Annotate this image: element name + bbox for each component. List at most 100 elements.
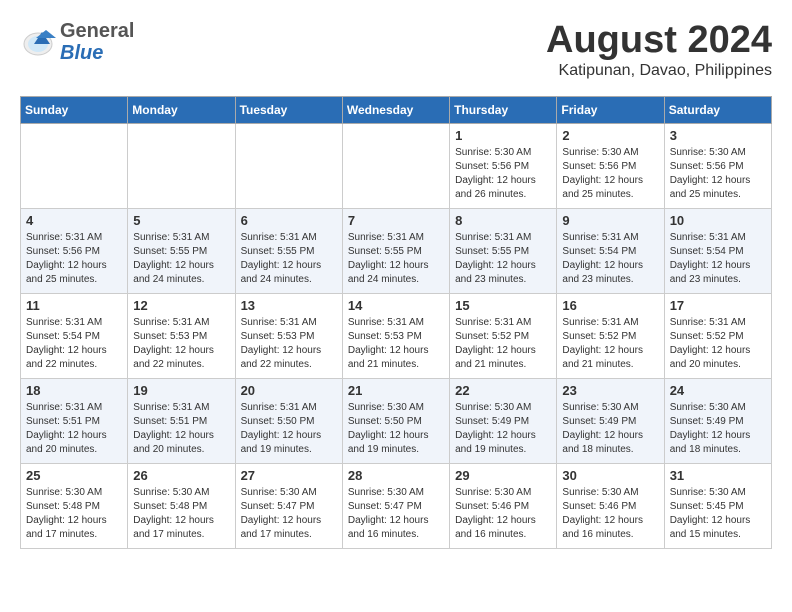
- day-info: Sunrise: 5:31 AM Sunset: 5:55 PM Dayligh…: [133, 231, 229, 287]
- logo-blue: Blue: [60, 42, 103, 64]
- calendar-cell: 1Sunrise: 5:30 AM Sunset: 5:56 PM Daylig…: [450, 123, 557, 208]
- day-info: Sunrise: 5:31 AM Sunset: 5:53 PM Dayligh…: [133, 316, 229, 372]
- day-info: Sunrise: 5:30 AM Sunset: 5:49 PM Dayligh…: [670, 401, 766, 457]
- day-number: 14: [348, 298, 444, 313]
- day-info: Sunrise: 5:31 AM Sunset: 5:52 PM Dayligh…: [562, 316, 658, 372]
- day-number: 27: [241, 468, 337, 483]
- day-number: 29: [455, 468, 551, 483]
- day-number: 3: [670, 128, 766, 143]
- day-info: Sunrise: 5:31 AM Sunset: 5:51 PM Dayligh…: [26, 401, 122, 457]
- day-number: 18: [26, 383, 122, 398]
- calendar-cell: 25 Sunrise: 5:30 AM Sunset: 5:48 PM Dayli…: [21, 463, 128, 548]
- day-info: Sunrise: 5:30 AM Sunset: 5:48 PM Dayligh…: [133, 486, 229, 542]
- calendar-cell: 14Sunrise: 5:31 AM Sunset: 5:53 PM Dayli…: [342, 293, 449, 378]
- weekday-header-sunday: Sunday: [21, 96, 128, 123]
- calendar-cell: 16Sunrise: 5:31 AM Sunset: 5:52 PM Dayli…: [557, 293, 664, 378]
- day-number: 10: [670, 213, 766, 228]
- day-number: 19: [133, 383, 229, 398]
- logo-icon: [20, 24, 56, 60]
- day-number: 4: [26, 213, 122, 228]
- calendar-cell: [235, 123, 342, 208]
- calendar-cell: 28Sunrise: 5:30 AM Sunset: 5:47 PM Dayli…: [342, 463, 449, 548]
- day-info: Sunrise: 5:30 AM Sunset: 5:47 PM Dayligh…: [241, 486, 337, 542]
- calendar-cell: 15 Sunrise: 5:31 AM Sunset: 5:52 PM Dayli…: [450, 293, 557, 378]
- calendar-cell: 19 Sunrise: 5:31 AM Sunset: 5:51 PM Dayli…: [128, 378, 235, 463]
- day-info: Sunrise: 5:31 AM Sunset: 5:56 PM Dayligh…: [26, 231, 122, 287]
- calendar-cell: [128, 123, 235, 208]
- day-number: 1: [455, 128, 551, 143]
- calendar-cell: 12 Sunrise: 5:31 AM Sunset: 5:53 PM Dayli…: [128, 293, 235, 378]
- title-block: August 2024 Katipunan, Davao, Philippine…: [546, 20, 772, 80]
- calendar-week-3: 11 Sunrise: 5:31 AM Sunset: 5:54 PM Dayli…: [21, 293, 772, 378]
- day-number: 28: [348, 468, 444, 483]
- weekday-header-row: SundayMondayTuesdayWednesdayThursdayFrid…: [21, 96, 772, 123]
- calendar-cell: 30Sunrise: 5:30 AM Sunset: 5:46 PM Dayli…: [557, 463, 664, 548]
- calendar-cell: 20Sunrise: 5:31 AM Sunset: 5:50 PM Dayli…: [235, 378, 342, 463]
- logo-general: General: [60, 20, 134, 42]
- calendar-cell: [21, 123, 128, 208]
- day-number: 24: [670, 383, 766, 398]
- day-info: Sunrise: 5:31 AM Sunset: 5:55 PM Dayligh…: [348, 231, 444, 287]
- calendar-week-1: 1 Sunrise: 5:30 AM Sunset: 5:56 PM Daylig…: [21, 123, 772, 208]
- logo: General Blue: [20, 20, 134, 64]
- calendar-cell: 3 Sunrise: 5:30 AM Sunset: 5:56 PM Daylig…: [664, 123, 771, 208]
- calendar-cell: 11 Sunrise: 5:31 AM Sunset: 5:54 PM Dayli…: [21, 293, 128, 378]
- day-number: 13: [241, 298, 337, 313]
- day-info: Sunrise: 5:30 AM Sunset: 5:56 PM Dayligh…: [670, 146, 766, 202]
- calendar-cell: 7 Sunrise: 5:31 AM Sunset: 5:55 PM Daylig…: [342, 208, 449, 293]
- calendar-cell: 5 Sunrise: 5:31 AM Sunset: 5:55 PM Daylig…: [128, 208, 235, 293]
- day-number: 6: [241, 213, 337, 228]
- day-info: Sunrise: 5:31 AM Sunset: 5:52 PM Dayligh…: [455, 316, 551, 372]
- calendar-cell: 21Sunrise: 5:30 AM Sunset: 5:50 PM Dayli…: [342, 378, 449, 463]
- day-info: Sunrise: 5:30 AM Sunset: 5:50 PM Dayligh…: [348, 401, 444, 457]
- day-info: Sunrise: 5:31 AM Sunset: 5:55 PM Dayligh…: [241, 231, 337, 287]
- day-info: Sunrise: 5:30 AM Sunset: 5:45 PM Dayligh…: [670, 486, 766, 542]
- day-number: 5: [133, 213, 229, 228]
- calendar-cell: 29 Sunrise: 5:30 AM Sunset: 5:46 PM Dayli…: [450, 463, 557, 548]
- day-info: Sunrise: 5:31 AM Sunset: 5:54 PM Dayligh…: [670, 231, 766, 287]
- calendar-cell: 13 Sunrise: 5:31 AM Sunset: 5:53 PM Dayli…: [235, 293, 342, 378]
- calendar-cell: 31 Sunrise: 5:30 AM Sunset: 5:45 PM Dayli…: [664, 463, 771, 548]
- calendar-week-5: 25 Sunrise: 5:30 AM Sunset: 5:48 PM Dayli…: [21, 463, 772, 548]
- weekday-header-friday: Friday: [557, 96, 664, 123]
- calendar-cell: 26 Sunrise: 5:30 AM Sunset: 5:48 PM Dayli…: [128, 463, 235, 548]
- weekday-header-tuesday: Tuesday: [235, 96, 342, 123]
- day-number: 11: [26, 298, 122, 313]
- day-info: Sunrise: 5:30 AM Sunset: 5:48 PM Dayligh…: [26, 486, 122, 542]
- day-number: 8: [455, 213, 551, 228]
- day-info: Sunrise: 5:31 AM Sunset: 5:55 PM Dayligh…: [455, 231, 551, 287]
- day-info: Sunrise: 5:30 AM Sunset: 5:56 PM Dayligh…: [562, 146, 658, 202]
- day-info: Sunrise: 5:31 AM Sunset: 5:54 PM Dayligh…: [26, 316, 122, 372]
- day-info: Sunrise: 5:31 AM Sunset: 5:51 PM Dayligh…: [133, 401, 229, 457]
- day-info: Sunrise: 5:30 AM Sunset: 5:49 PM Dayligh…: [455, 401, 551, 457]
- day-info: Sunrise: 5:30 AM Sunset: 5:46 PM Dayligh…: [455, 486, 551, 542]
- day-number: 15: [455, 298, 551, 313]
- day-number: 31: [670, 468, 766, 483]
- day-number: 9: [562, 213, 658, 228]
- day-number: 22: [455, 383, 551, 398]
- calendar-table: SundayMondayTuesdayWednesdayThursdayFrid…: [20, 96, 772, 549]
- calendar-cell: 2Sunrise: 5:30 AM Sunset: 5:56 PM Daylig…: [557, 123, 664, 208]
- calendar-cell: 17Sunrise: 5:31 AM Sunset: 5:52 PM Dayli…: [664, 293, 771, 378]
- day-number: 7: [348, 213, 444, 228]
- location: Katipunan, Davao, Philippines: [546, 62, 772, 80]
- weekday-header-wednesday: Wednesday: [342, 96, 449, 123]
- calendar-cell: 24 Sunrise: 5:30 AM Sunset: 5:49 PM Dayli…: [664, 378, 771, 463]
- calendar-cell: 18 Sunrise: 5:31 AM Sunset: 5:51 PM Dayli…: [21, 378, 128, 463]
- day-number: 30: [562, 468, 658, 483]
- calendar-cell: 27 Sunrise: 5:30 AM Sunset: 5:47 PM Dayli…: [235, 463, 342, 548]
- weekday-header-thursday: Thursday: [450, 96, 557, 123]
- day-info: Sunrise: 5:30 AM Sunset: 5:49 PM Dayligh…: [562, 401, 658, 457]
- month-title: August 2024: [546, 20, 772, 62]
- day-number: 17: [670, 298, 766, 313]
- calendar-cell: [342, 123, 449, 208]
- calendar-week-4: 18 Sunrise: 5:31 AM Sunset: 5:51 PM Dayli…: [21, 378, 772, 463]
- day-number: 26: [133, 468, 229, 483]
- day-number: 25: [26, 468, 122, 483]
- day-info: Sunrise: 5:31 AM Sunset: 5:54 PM Dayligh…: [562, 231, 658, 287]
- day-number: 12: [133, 298, 229, 313]
- calendar-cell: 10 Sunrise: 5:31 AM Sunset: 5:54 PM Dayli…: [664, 208, 771, 293]
- calendar-cell: 8 Sunrise: 5:31 AM Sunset: 5:55 PM Daylig…: [450, 208, 557, 293]
- day-info: Sunrise: 5:31 AM Sunset: 5:53 PM Dayligh…: [241, 316, 337, 372]
- day-info: Sunrise: 5:31 AM Sunset: 5:50 PM Dayligh…: [241, 401, 337, 457]
